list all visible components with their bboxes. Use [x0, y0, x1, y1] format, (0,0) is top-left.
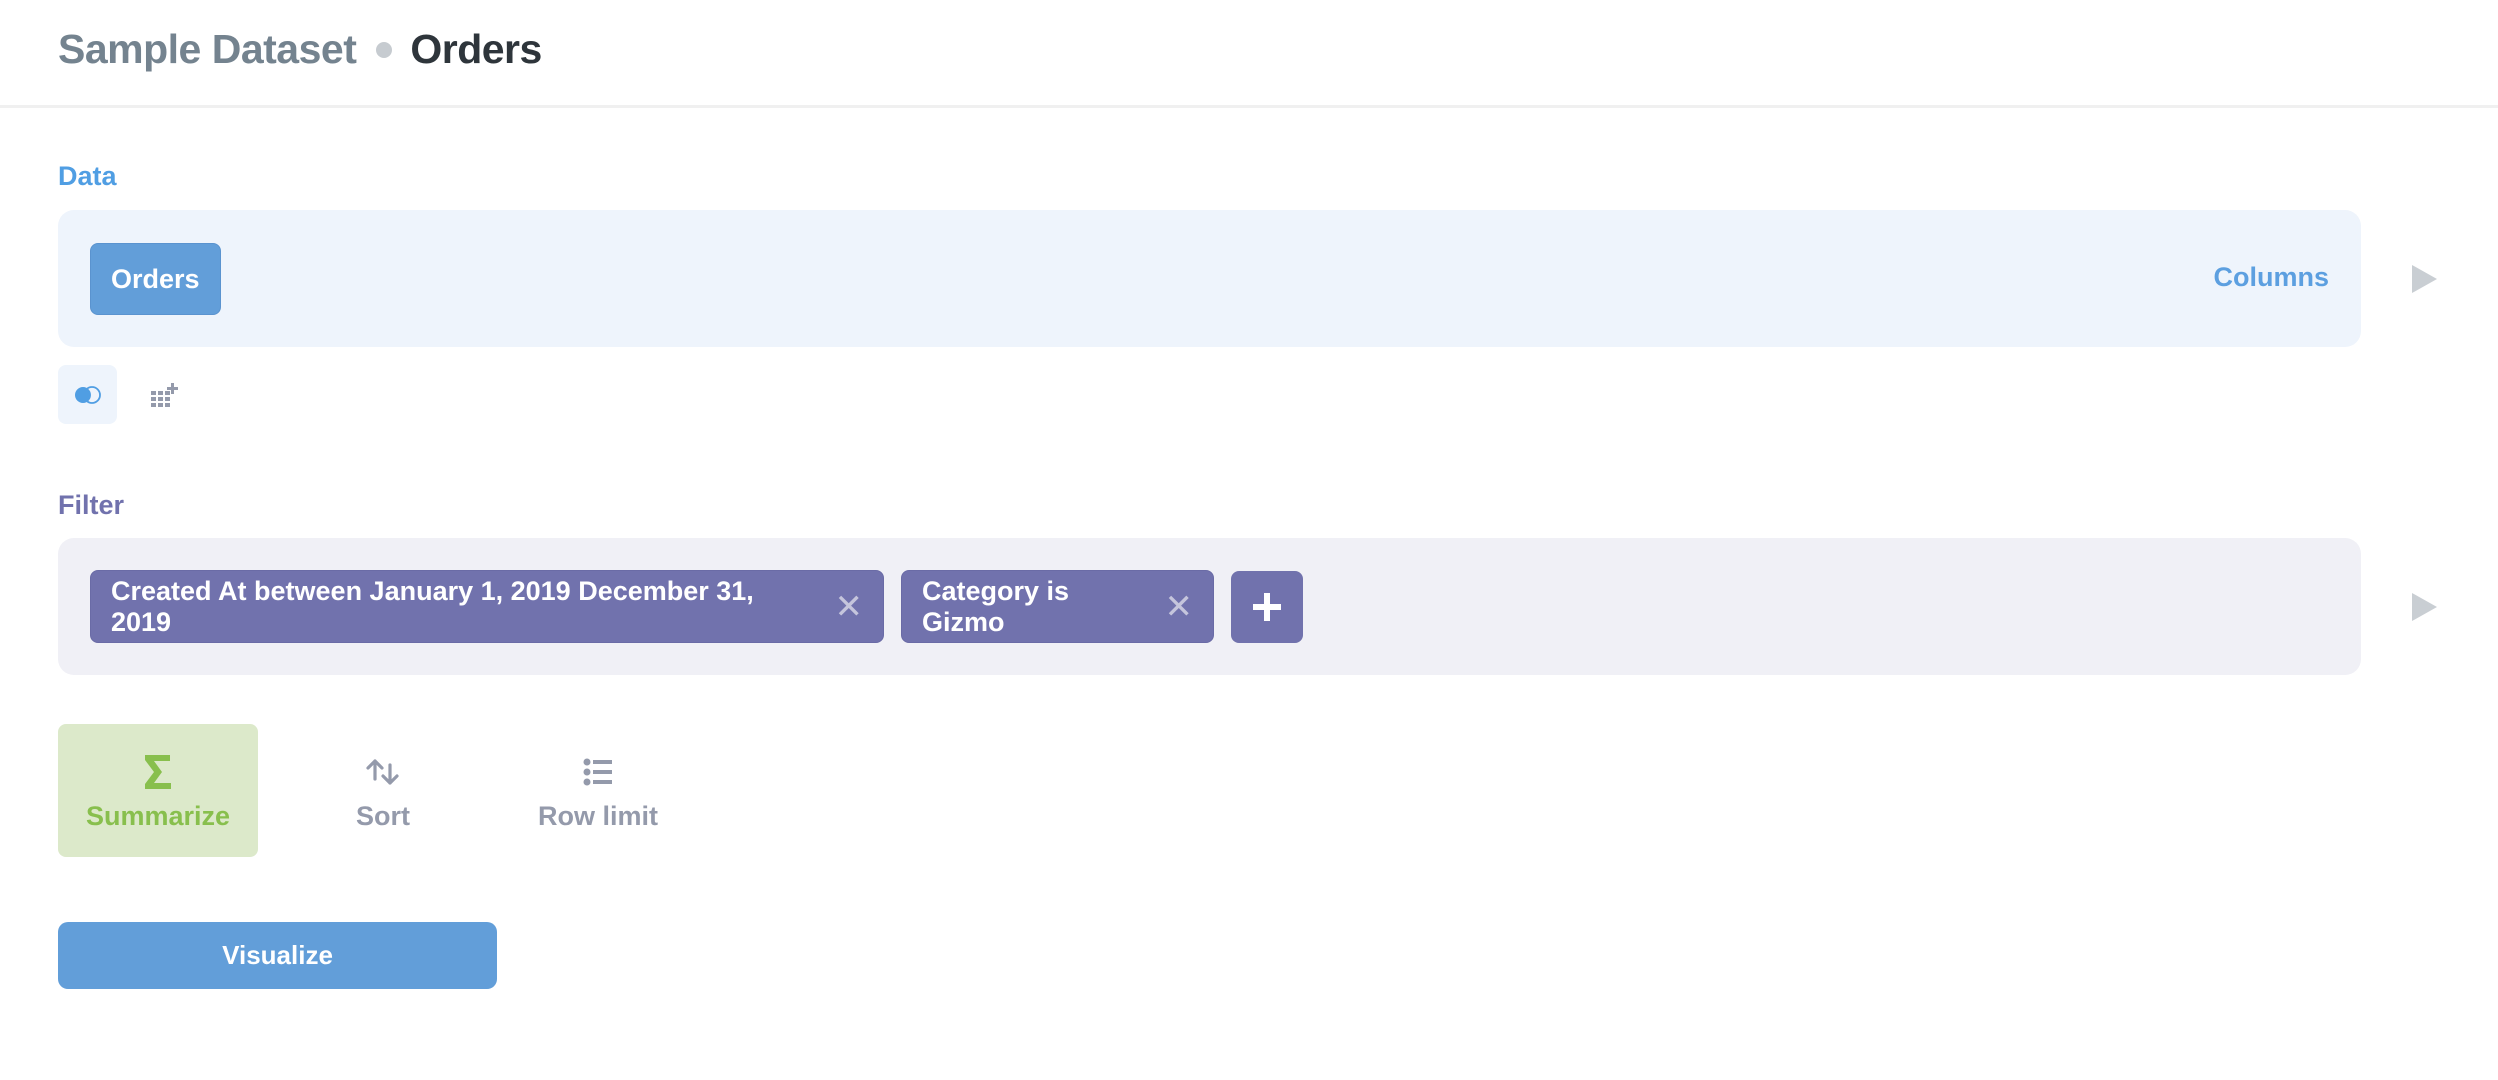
- close-icon[interactable]: ✕: [835, 590, 864, 624]
- breadcrumb-separator: [376, 41, 393, 58]
- preview-filter-button[interactable]: [2412, 593, 2437, 621]
- sort-label: Sort: [356, 801, 410, 831]
- visualize-button[interactable]: Visualize: [58, 922, 497, 989]
- custom-column-button[interactable]: [134, 365, 193, 424]
- close-icon[interactable]: ✕: [1165, 590, 1194, 624]
- add-filter-button[interactable]: [1231, 571, 1303, 643]
- page-title: Orders: [410, 26, 542, 72]
- table-picker-button[interactable]: Orders: [90, 243, 221, 315]
- header: Sample Dataset Orders: [0, 0, 2498, 108]
- sigma-icon: [143, 749, 173, 795]
- breadcrumb: Sample Dataset Orders: [58, 26, 542, 73]
- sort-step-button[interactable]: Sort: [323, 724, 443, 857]
- row-limit-label: Row limit: [538, 801, 658, 831]
- breadcrumb-database[interactable]: Sample Dataset: [58, 26, 357, 73]
- filter-chip[interactable]: Category is Gizmo ✕: [901, 570, 1214, 643]
- summarize-label: Summarize: [85, 801, 231, 831]
- join-data-button[interactable]: [58, 365, 117, 424]
- custom-column-icon: [150, 382, 178, 407]
- columns-button[interactable]: Columns: [2213, 262, 2329, 293]
- data-step-panel: Orders Columns: [58, 210, 2361, 347]
- filter-section-label: Filter: [58, 490, 125, 520]
- sort-arrows-icon: [365, 749, 401, 795]
- filter-step-panel: Created At between January 1, 2019 Decem…: [58, 538, 2361, 675]
- data-section-label: Data: [58, 161, 117, 191]
- plus-icon: [1253, 593, 1281, 621]
- filter-chip-label: Category is Gizmo: [922, 575, 1070, 637]
- join-icon: [74, 385, 101, 404]
- list-icon: [583, 749, 613, 795]
- summarize-step-button[interactable]: Summarize: [58, 724, 258, 857]
- preview-data-button[interactable]: [2412, 265, 2437, 293]
- filter-chip-label: Created At between January 1, 2019 Decem…: [111, 575, 754, 637]
- row-limit-step-button[interactable]: Row limit: [518, 724, 678, 857]
- filter-chip[interactable]: Created At between January 1, 2019 Decem…: [90, 570, 884, 643]
